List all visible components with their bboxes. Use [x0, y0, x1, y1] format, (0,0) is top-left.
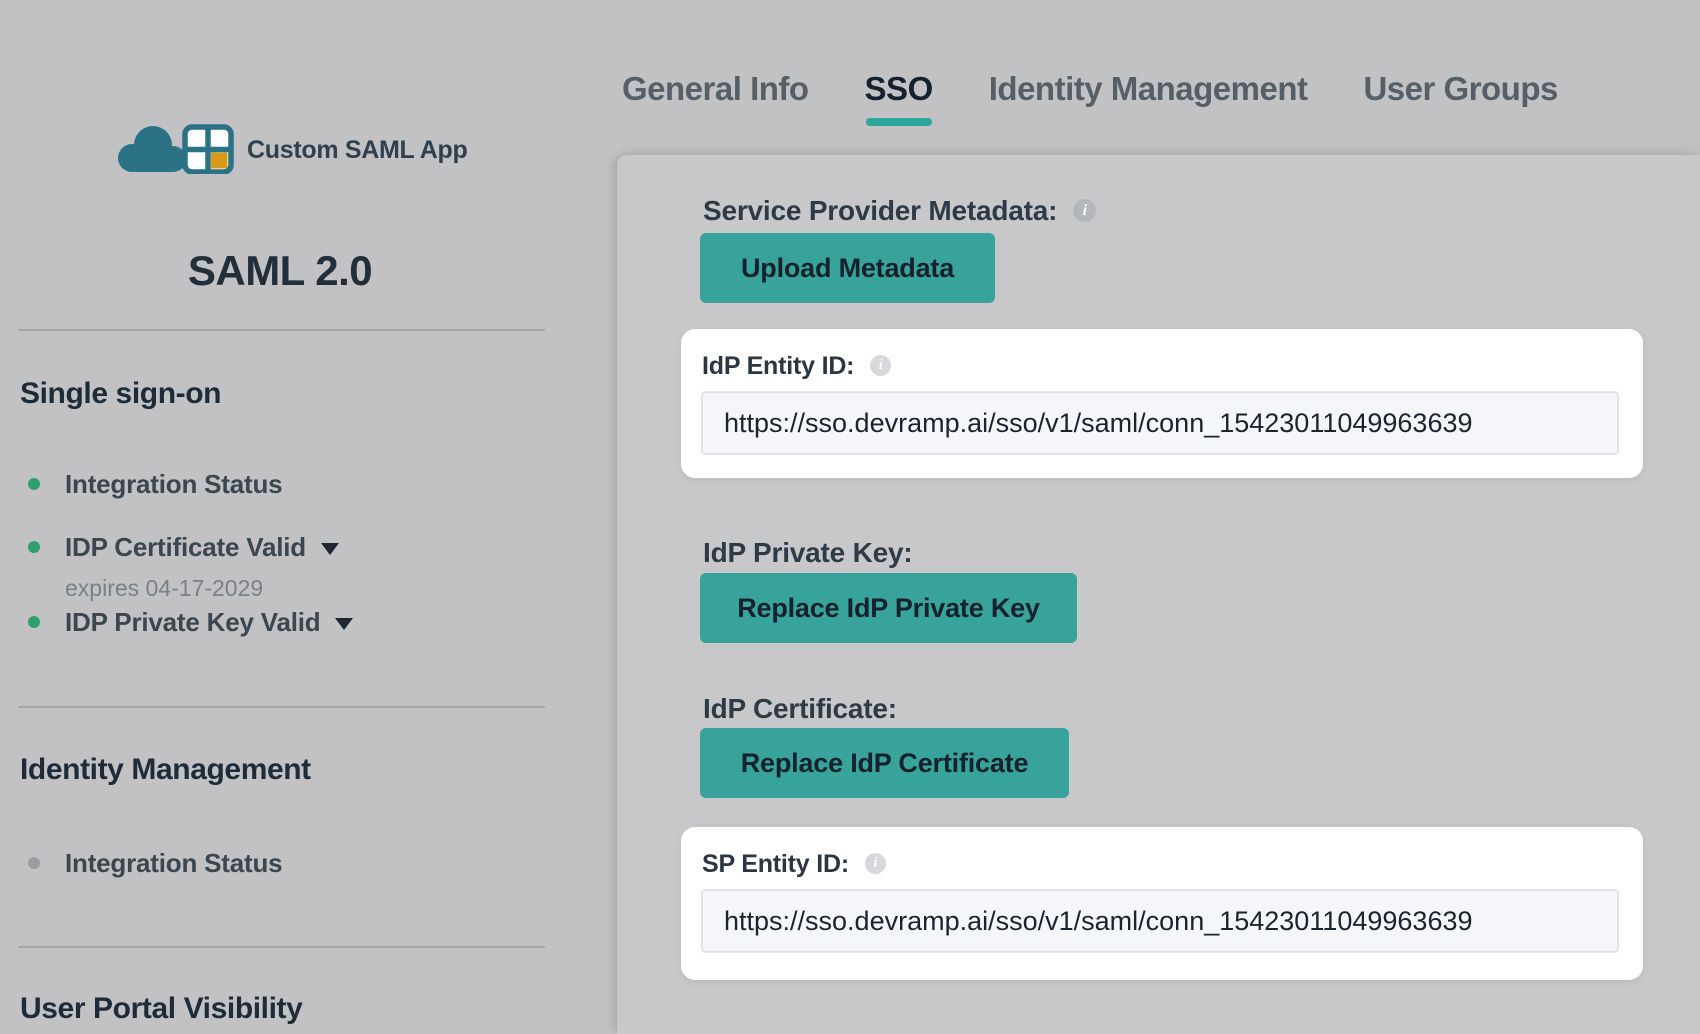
logo-grid-accent-cell [211, 153, 228, 169]
info-icon[interactable]: i [1073, 199, 1096, 222]
chevron-down-icon[interactable] [335, 618, 353, 630]
sidebar-item-label: Integration Status [65, 469, 282, 499]
idp-entity-id-input[interactable] [701, 391, 1619, 455]
sp-entity-id-card: SP Entity ID: i [681, 827, 1643, 980]
app-name: Custom SAML App [247, 138, 468, 163]
info-icon[interactable]: i [870, 355, 891, 376]
status-dot-green-icon [28, 478, 40, 490]
sp-entity-id-label: SP Entity ID: [702, 849, 849, 879]
sidebar-heading-user-portal-visibility: User Portal Visibility [20, 992, 302, 1026]
replace-idp-private-key-button[interactable]: Replace IdP Private Key [700, 573, 1077, 643]
idp-certificate-row: IdP Certificate: [703, 693, 897, 725]
replace-idp-certificate-button[interactable]: Replace IdP Certificate [700, 728, 1069, 798]
idp-entity-id-card: IdP Entity ID: i [681, 329, 1643, 478]
sidebar-item-label: Integration Status [65, 848, 282, 878]
sp-entity-id-label-row: SP Entity ID: i [702, 849, 886, 879]
sp-entity-id-input[interactable] [701, 889, 1619, 953]
idp-entity-id-label: IdP Entity ID: [702, 351, 854, 381]
tab-general-info[interactable]: General Info [622, 69, 809, 109]
sidebar-item-idp-private-key-valid[interactable]: IDP Private Key Valid [28, 607, 353, 637]
custom-saml-app-logo-icon [112, 117, 238, 174]
service-provider-metadata-row: Service Provider Metadata: i [703, 195, 1096, 227]
tab-identity-management[interactable]: Identity Management [989, 69, 1308, 109]
sidebar-item-im-integration-status: Integration Status [28, 848, 282, 878]
idp-private-key-row: IdP Private Key: [703, 537, 913, 569]
status-dot-gray-icon [28, 857, 40, 869]
sidebar-divider [18, 329, 545, 331]
certificate-expiry-note: expires 04-17-2029 [65, 575, 263, 601]
sidebar-item-label: IDP Private Key Valid [65, 607, 320, 637]
sidebar-divider [18, 946, 545, 948]
tab-bar: General Info SSO Identity Management Use… [622, 69, 1558, 109]
chevron-down-icon[interactable] [321, 543, 339, 555]
idp-private-key-label: IdP Private Key: [703, 537, 913, 569]
connector-title: SAML 2.0 [0, 251, 560, 291]
sso-config-panel: Service Provider Metadata: i Upload Meta… [617, 155, 1700, 1034]
idp-certificate-label: IdP Certificate: [703, 693, 897, 725]
sidebar-item-sso-integration-status: Integration Status [28, 469, 282, 499]
status-dot-green-icon [28, 616, 40, 628]
service-provider-metadata-label: Service Provider Metadata: [703, 195, 1057, 227]
sidebar-divider [18, 706, 545, 708]
tab-user-groups[interactable]: User Groups [1363, 69, 1557, 109]
status-dot-green-icon [28, 541, 40, 553]
upload-metadata-button[interactable]: Upload Metadata [700, 233, 995, 303]
sidebar-heading-single-sign-on: Single sign-on [20, 377, 221, 411]
saml-connector-screen: Custom SAML App SAML 2.0 Single sign-on … [0, 0, 1700, 1034]
idp-entity-id-label-row: IdP Entity ID: i [702, 351, 891, 381]
info-icon[interactable]: i [865, 853, 886, 874]
sidebar-item-label: IDP Certificate Valid [65, 532, 306, 562]
sidebar-heading-identity-management: Identity Management [20, 753, 311, 787]
sidebar-item-idp-certificate-valid[interactable]: IDP Certificate Valid [28, 532, 339, 562]
tab-sso[interactable]: SSO [865, 69, 933, 109]
